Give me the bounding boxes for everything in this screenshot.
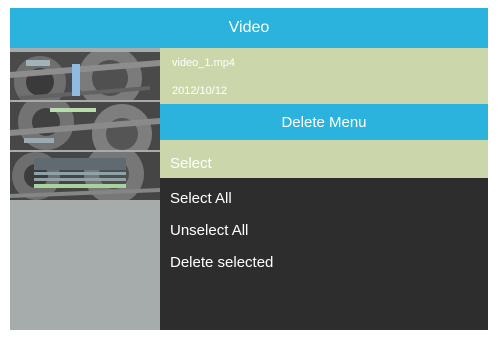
- menu-item-label: Delete selected: [170, 253, 274, 271]
- file-date-row: 2012/10/12: [160, 80, 488, 104]
- menu-item-select[interactable]: Select: [160, 148, 488, 178]
- menu-item-label: Unselect All: [170, 221, 249, 239]
- video-thumbnail-2[interactable]: [10, 102, 160, 150]
- file-date: 2012/10/12: [172, 85, 228, 97]
- delete-menu-spacer: [160, 140, 488, 148]
- video-thumbnail-image-3: [10, 152, 160, 200]
- delete-menu-title: Delete Menu: [281, 113, 367, 131]
- video-thumbnail-3[interactable]: [10, 152, 160, 200]
- thumbnail-column: [10, 48, 160, 330]
- menu-item-delete-selected[interactable]: Delete selected: [160, 247, 488, 277]
- screen-title: Video: [228, 19, 270, 36]
- video-delete-screen: Video video_1.mp4 2012/10/12 Delete Menu…: [10, 8, 488, 330]
- video-thumbnail-image-1: [10, 52, 160, 100]
- menu-item-label: Select All: [170, 189, 232, 207]
- video-thumbnail-image-2: [10, 102, 160, 150]
- delete-menu-title-bar: Delete Menu: [160, 104, 488, 140]
- menu-item-unselect-all[interactable]: Unselect All: [160, 215, 488, 245]
- video-thumbnail-1[interactable]: [10, 52, 160, 100]
- file-info-panel: video_1.mp4: [160, 48, 488, 80]
- menu-item-label: Select: [170, 154, 212, 172]
- file-name: video_1.mp4: [172, 57, 235, 69]
- menu-item-select-all[interactable]: Select All: [160, 183, 488, 213]
- screen-title-bar: Video: [10, 8, 488, 48]
